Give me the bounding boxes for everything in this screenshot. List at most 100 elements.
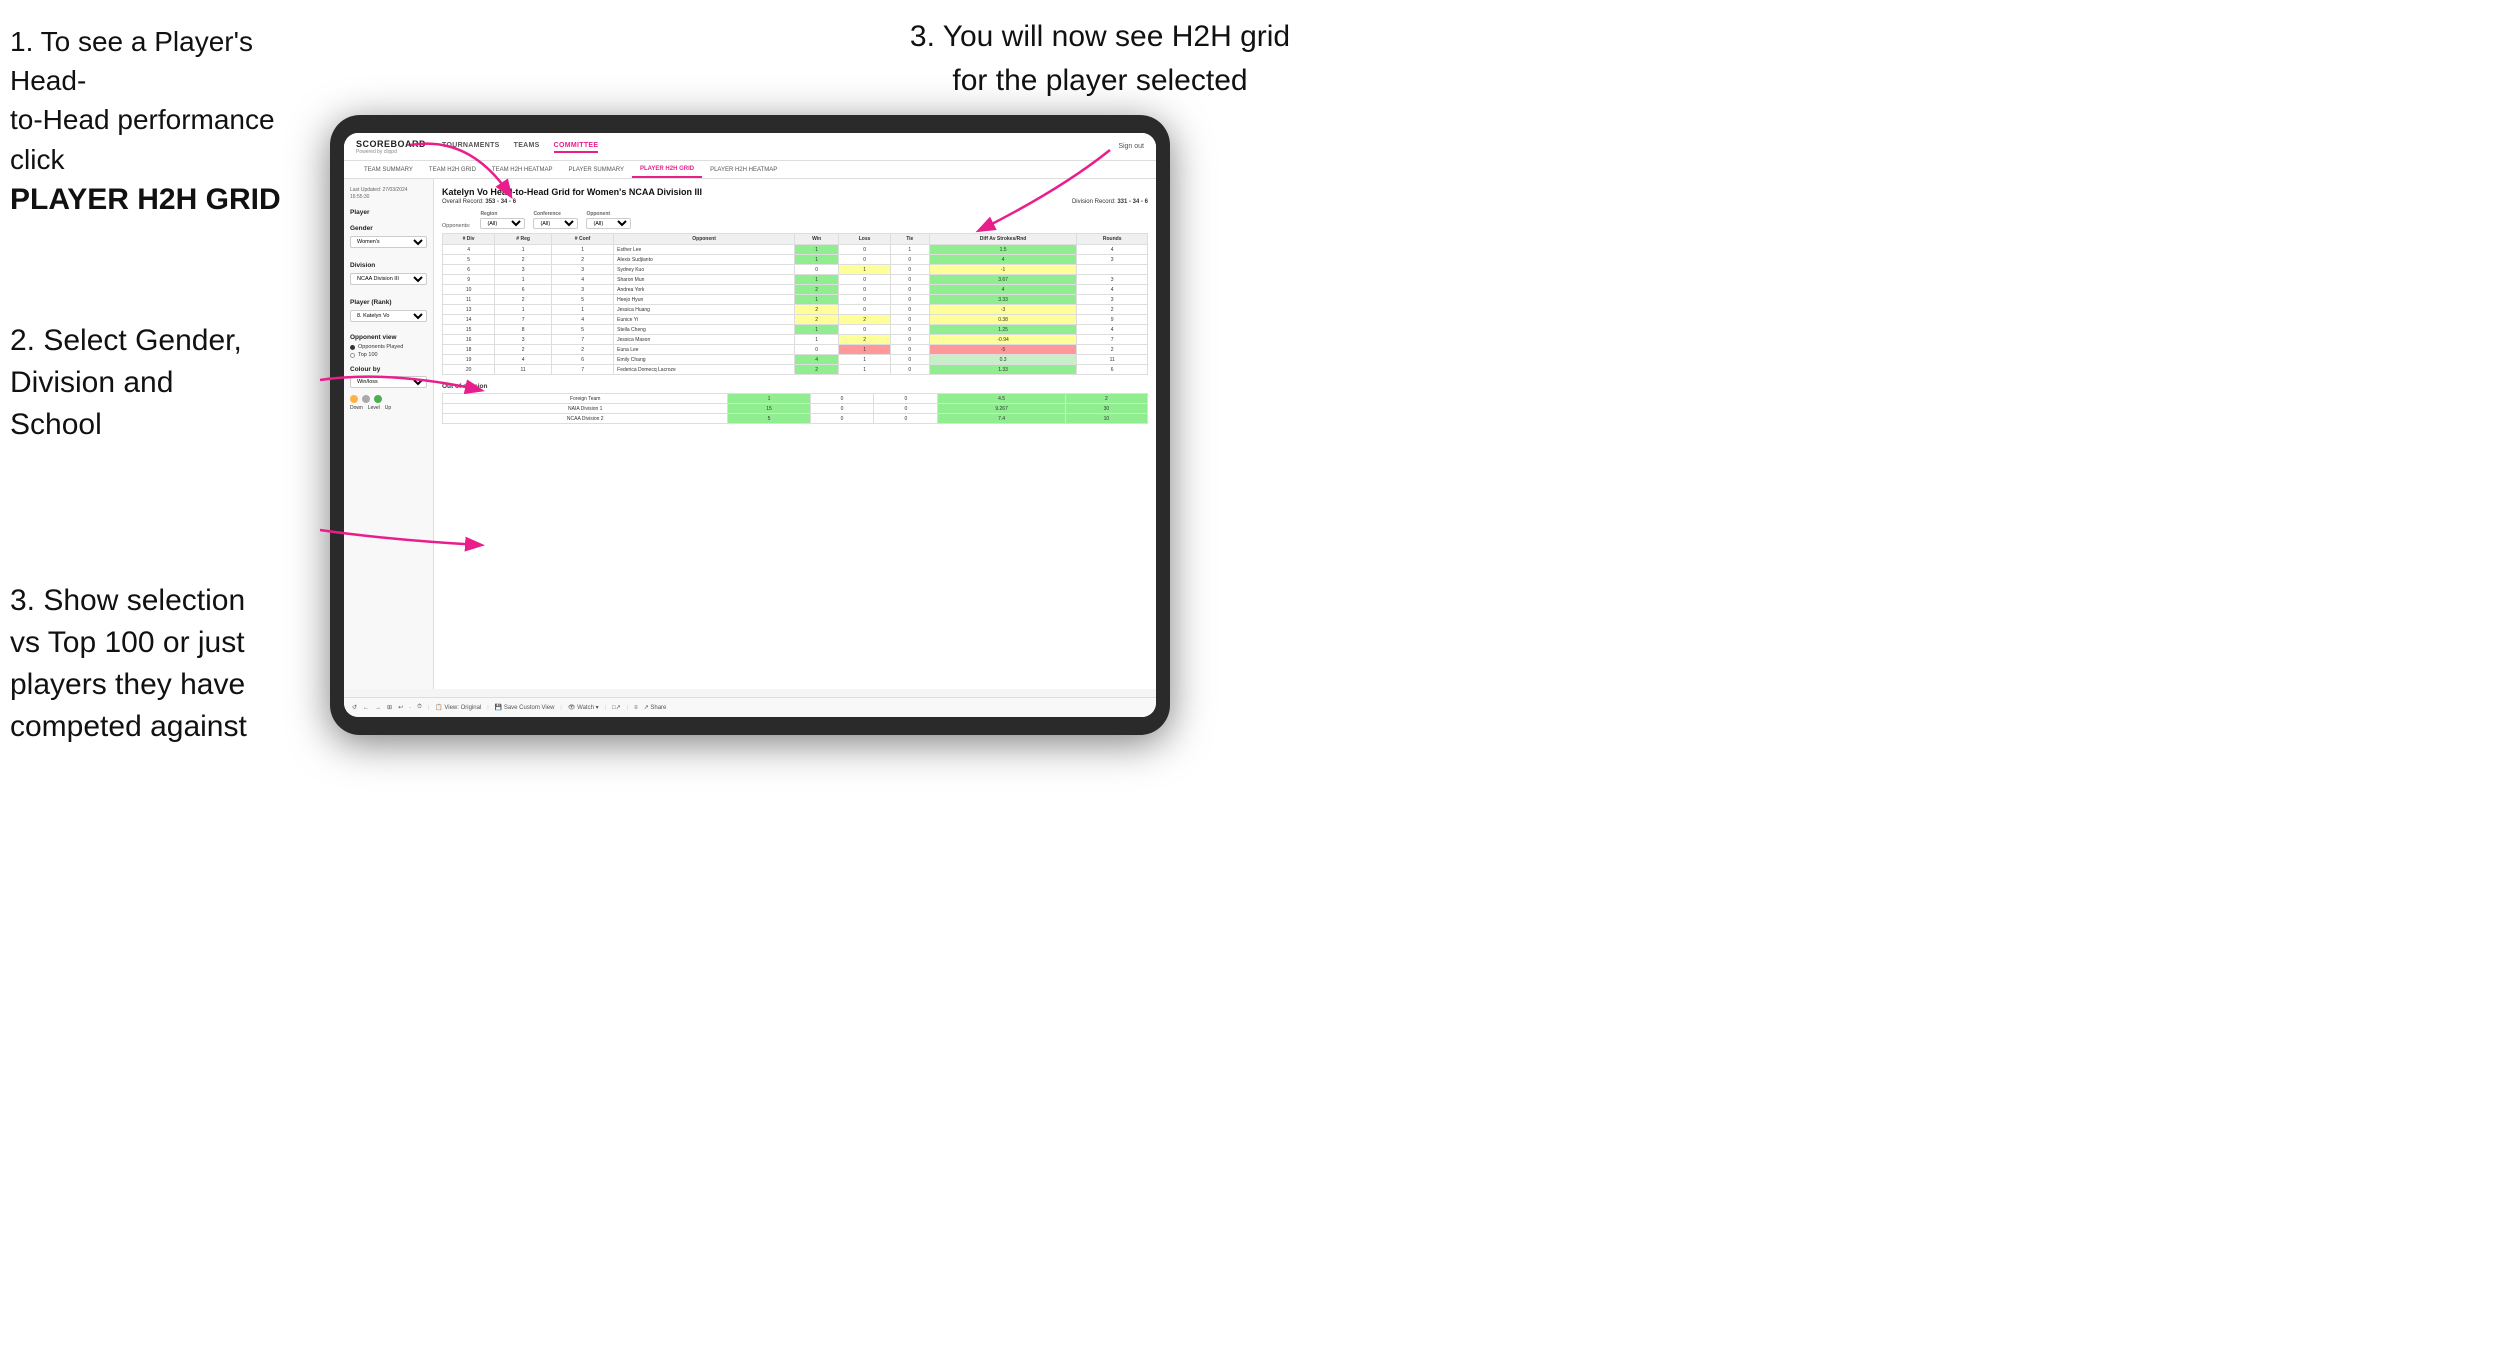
subnav-player-summary[interactable]: PLAYER SUMMARY <box>560 161 631 178</box>
table-row: 1585Stella Cheng1001.254 <box>443 325 1148 335</box>
toolbar-dot[interactable]: · <box>409 705 411 711</box>
toolbar-view-original[interactable]: 📋 View: Original <box>435 704 481 711</box>
colour-legend <box>350 395 427 403</box>
logo-powered: Powered by clippd <box>356 149 418 155</box>
table-row: 411Esther Lee1011.54 <box>443 245 1148 255</box>
toolbar-sep1: | <box>428 705 429 711</box>
bottom-toolbar: ↺ ← → ⊞ ↩ · ⏱ | 📋 View: Original | 💾 Sav… <box>344 697 1156 717</box>
nav-committee[interactable]: COMMITTEE <box>554 140 599 153</box>
opponent-view-label: Opponent view <box>350 334 427 341</box>
nav-items: TOURNAMENTS TEAMS COMMITTEE <box>442 140 1118 153</box>
radio-top100[interactable]: Top 100 <box>350 352 427 358</box>
legend-up: Up <box>385 405 391 411</box>
out-of-division-label: Out of division <box>442 383 1148 390</box>
table-header-row: # Div # Reg # Conf Opponent Win Loss Tie… <box>443 234 1148 245</box>
toolbar-timer[interactable]: ⏱ <box>417 704 422 711</box>
player-section-label: Player <box>350 209 427 216</box>
colour-section: Colour by Win/loss Down Level Up <box>350 366 427 411</box>
table-row: 633Sydney Kuo010-1 <box>443 265 1148 275</box>
colour-by-label: Colour by <box>350 366 427 373</box>
opponents-label: Opponents: <box>442 223 470 229</box>
col-win: Win <box>794 234 838 245</box>
table-row: NCAA Division 25007.410 <box>443 414 1148 424</box>
region-filter[interactable]: (All) <box>480 218 525 229</box>
dot-up <box>374 395 382 403</box>
col-diff: Diff Av Strokes/Rnd <box>929 234 1077 245</box>
opponent-filter[interactable]: (All) <box>586 218 631 229</box>
player-rank-label: Player (Rank) <box>350 299 427 306</box>
player-rank-select[interactable]: 8. Katelyn Vo <box>350 310 427 322</box>
colour-by-select[interactable]: Win/loss <box>350 376 427 388</box>
toolbar-forward[interactable]: → <box>375 705 381 711</box>
toolbar-replay[interactable]: ↩ <box>398 704 403 711</box>
nav-teams[interactable]: TEAMS <box>514 140 540 153</box>
opponent-filter-label: Opponent <box>586 211 631 217</box>
sign-out-button[interactable]: Sign out <box>1118 143 1144 150</box>
table-row: 522Alexis Sudjianto10043 <box>443 255 1148 265</box>
toolbar-sep2: | <box>487 705 488 711</box>
table-row: Foreign Team1004.52 <box>443 394 1148 404</box>
col-rounds: Rounds <box>1077 234 1148 245</box>
annotation-3-left: 3. Show selectionvs Top 100 or justplaye… <box>10 580 320 748</box>
division-select[interactable]: NCAA Division III <box>350 273 427 285</box>
toolbar-menu[interactable]: ≡ <box>634 705 638 711</box>
col-opponent: Opponent <box>614 234 795 245</box>
toolbar-sep4: | <box>605 705 606 711</box>
app-header: SCOREBOARD Powered by clippd TOURNAMENTS… <box>344 133 1156 161</box>
col-conf: # Conf <box>552 234 614 245</box>
gender-label: Gender <box>350 225 427 232</box>
toolbar-expand[interactable]: □↗ <box>612 704 621 711</box>
toolbar-sep3: | <box>560 705 561 711</box>
toolbar-share[interactable]: ↗ Share <box>644 704 667 711</box>
opponent-view: Opponent view Opponents Played Top 100 <box>350 334 427 358</box>
table-row: NAIA Division 115009.26730 <box>443 404 1148 414</box>
annotation-1: 1. To see a Player's Head-to-Head perfor… <box>10 22 320 221</box>
table-row: 20117Federica Domecq Lacroze2101.336 <box>443 365 1148 375</box>
col-loss: Loss <box>839 234 890 245</box>
toolbar-watch[interactable]: 👁 Watch ▾ <box>568 704 599 711</box>
left-panel: Last Updated: 27/03/2024 16:55:30 Player… <box>344 179 434 689</box>
h2h-table: # Div # Reg # Conf Opponent Win Loss Tie… <box>442 233 1148 375</box>
col-reg: # Reg <box>495 234 552 245</box>
right-panel: Katelyn Vo Head-to-Head Grid for Women's… <box>434 179 1156 689</box>
legend-down: Down <box>350 405 363 411</box>
radio-dot-1 <box>350 345 355 350</box>
annotation-2: 2. Select Gender,Division andSchool <box>10 320 320 446</box>
subnav-team-h2h[interactable]: TEAM H2H GRID <box>421 161 484 178</box>
opponent-filter-group: Opponent (All) <box>586 211 631 229</box>
annotation-1-bold: PLAYER H2H GRID <box>10 183 281 216</box>
conference-filter[interactable]: (All) <box>533 218 578 229</box>
toolbar-save-custom[interactable]: 💾 Save Custom View <box>495 704 555 711</box>
region-filter-group: Region (All) <box>480 211 525 229</box>
region-filter-label: Region <box>480 211 525 217</box>
nav-tournaments[interactable]: TOURNAMENTS <box>442 140 500 153</box>
col-tie: Tie <box>890 234 929 245</box>
subnav-player-heatmap[interactable]: PLAYER H2H HEATMAP <box>702 161 785 178</box>
col-div: # Div <box>443 234 495 245</box>
gender-select[interactable]: Women's <box>350 236 427 248</box>
out-of-division-table: Foreign Team1004.52NAIA Division 115009.… <box>442 393 1148 424</box>
subnav-team-summary[interactable]: TEAM SUMMARY <box>356 161 421 178</box>
logo: SCOREBOARD <box>356 139 426 149</box>
toolbar-grid[interactable]: ⊞ <box>387 704 392 711</box>
annotation-3-top: 3. You will now see H2H gridfor the play… <box>850 15 1350 102</box>
table-row: 1946Emily Chang4100.311 <box>443 355 1148 365</box>
toolbar-back[interactable]: ← <box>363 705 369 711</box>
conference-filter-group: Conference (All) <box>533 211 578 229</box>
grid-records: Overall Record: 353 - 34 - 6 Division Re… <box>442 199 1148 205</box>
out-of-division: Out of division Foreign Team1004.52NAIA … <box>442 383 1148 424</box>
table-row: 1125Heejo Hyun1003.333 <box>443 295 1148 305</box>
main-content: Last Updated: 27/03/2024 16:55:30 Player… <box>344 179 1156 689</box>
radio-opponents-played[interactable]: Opponents Played <box>350 344 427 350</box>
table-row: 1063Andrea York20044 <box>443 285 1148 295</box>
division-label: Division <box>350 262 427 269</box>
subnav-player-h2h[interactable]: PLAYER H2H GRID <box>632 161 702 178</box>
toolbar-undo[interactable]: ↺ <box>352 704 357 711</box>
dot-level <box>362 395 370 403</box>
table-row: 1474Eunice Yi2200.389 <box>443 315 1148 325</box>
sub-nav: TEAM SUMMARY TEAM H2H GRID TEAM H2H HEAT… <box>344 161 1156 179</box>
subnav-team-heatmap[interactable]: TEAM H2H HEATMAP <box>484 161 561 178</box>
toolbar-sep5: | <box>627 705 628 711</box>
filters-row: Opponents: Region (All) Conference (All) <box>442 211 1148 229</box>
conference-filter-label: Conference <box>533 211 578 217</box>
